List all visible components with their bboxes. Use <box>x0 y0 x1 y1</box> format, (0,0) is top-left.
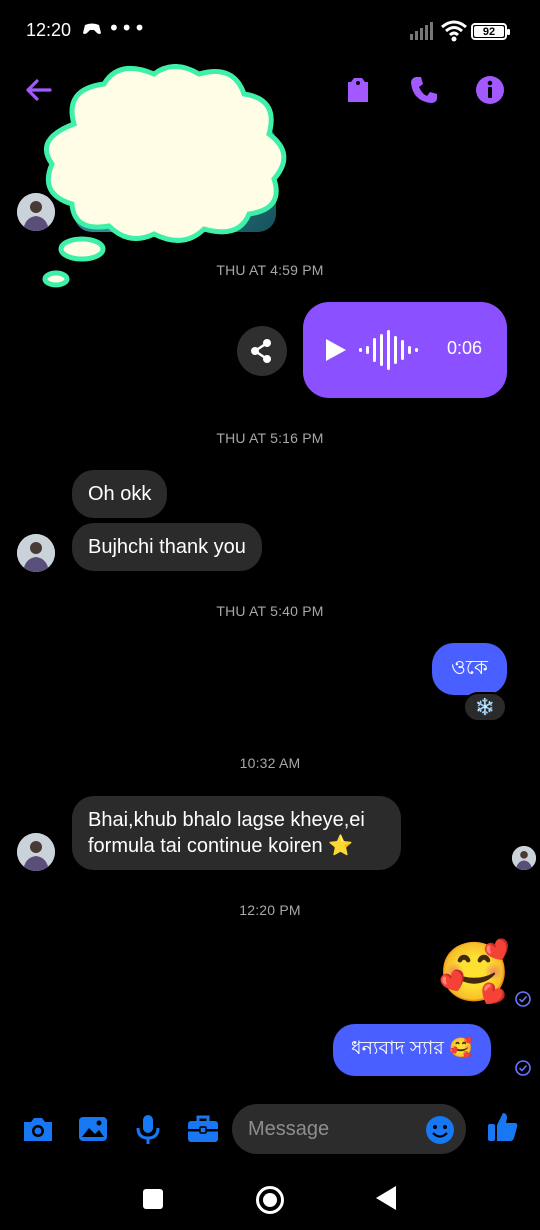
thought-cloud-sticker <box>42 64 287 288</box>
play-icon[interactable] <box>325 338 347 362</box>
outgoing-emoji-message[interactable]: 🥰 <box>438 938 510 1008</box>
message-composer <box>0 1100 540 1160</box>
phone-icon[interactable] <box>408 74 440 106</box>
timestamp: THU AT 5:16 PM <box>216 430 324 446</box>
recents-button[interactable] <box>143 1189 163 1209</box>
timestamp: THU AT 4:59 PM <box>216 262 324 278</box>
message-reaction[interactable]: ❄️ <box>463 692 507 722</box>
outgoing-message[interactable]: ওকে <box>432 643 507 695</box>
briefcase-icon[interactable] <box>186 1112 220 1146</box>
game-controller-icon <box>83 23 101 34</box>
info-icon[interactable] <box>474 74 506 106</box>
tag-icon[interactable] <box>342 74 374 106</box>
wifi-icon <box>441 20 467 42</box>
incoming-message[interactable]: Bujhchi thank you <box>72 523 262 571</box>
battery-level: 92 <box>474 26 504 38</box>
contact-avatar[interactable] <box>17 193 55 231</box>
home-button[interactable] <box>256 1186 284 1214</box>
system-nav-bar <box>0 1170 540 1230</box>
emoji-icon[interactable] <box>425 1115 455 1145</box>
voice-message[interactable]: 0:06 <box>303 302 507 398</box>
share-button[interactable] <box>237 326 287 376</box>
more-status-icon: ••• <box>108 16 147 40</box>
incoming-message[interactable]: Bhai,khub bhalo lagse kheye,ei formula t… <box>72 796 401 870</box>
status-time: 12:20 <box>26 20 72 40</box>
waveform-icon <box>359 330 418 370</box>
contact-avatar[interactable] <box>17 833 55 871</box>
incoming-message[interactable]: Oh okk <box>72 470 168 518</box>
back-button[interactable] <box>376 1186 396 1210</box>
share-icon <box>251 339 271 363</box>
timestamp: THU AT 5:40 PM <box>216 603 324 619</box>
thumbs-up-icon[interactable] <box>486 1110 520 1144</box>
camera-icon[interactable] <box>21 1112 55 1146</box>
contact-avatar[interactable] <box>17 534 55 572</box>
mic-icon[interactable] <box>131 1112 165 1146</box>
seen-avatar <box>512 846 536 870</box>
status-bar: 12:20 ••• 92 <box>0 0 540 62</box>
timestamp: 10:32 AM <box>239 755 301 771</box>
message-line: formula tai continue koiren ⭐ <box>88 835 354 857</box>
image-icon[interactable] <box>76 1112 110 1146</box>
delivered-check-icon <box>515 1060 531 1076</box>
battery-icon: 92 <box>471 23 510 40</box>
message-line: Bhai,khub bhalo lagse kheye,ei <box>88 809 365 831</box>
voice-duration: 0:06 <box>447 338 483 358</box>
timestamp: 12:20 PM <box>239 902 301 918</box>
outgoing-message[interactable]: ধন্যবাদ স্যার 🥰 <box>333 1024 491 1076</box>
delivered-check-icon <box>515 991 531 1007</box>
signal-icon <box>410 22 433 40</box>
